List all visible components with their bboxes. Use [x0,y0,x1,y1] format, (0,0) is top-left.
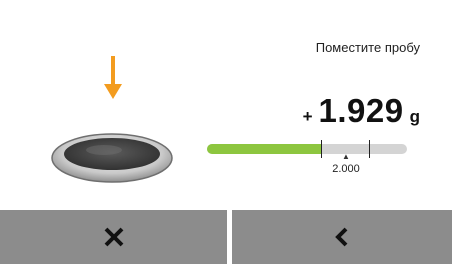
progress-track [207,144,407,154]
progress-fill [207,144,321,154]
tolerance-low-marker [321,140,322,158]
tolerance-high-marker [369,140,370,158]
weighing-screen: Поместите пробу + 1.929 g ▲ 2.000 [0,0,452,264]
arrow-down-icon [104,56,122,99]
footer-bar [0,210,452,264]
content-area: Поместите пробу + 1.929 g ▲ 2.000 [0,0,452,210]
weight-readout: + 1.929 g [303,92,420,130]
chevron-left-icon [335,227,348,247]
target-value-label: 2.000 [332,163,360,175]
back-button[interactable] [232,210,452,264]
cancel-button[interactable] [0,210,227,264]
instruction-text: Поместите пробу [315,40,420,55]
close-icon [104,227,123,247]
weight-value: 1.929 [318,92,404,129]
weight-sign: + [302,107,313,126]
target-caret-icon: ▲ [342,152,350,161]
weight-unit: g [409,107,420,126]
sample-dish-icon [51,133,173,183]
